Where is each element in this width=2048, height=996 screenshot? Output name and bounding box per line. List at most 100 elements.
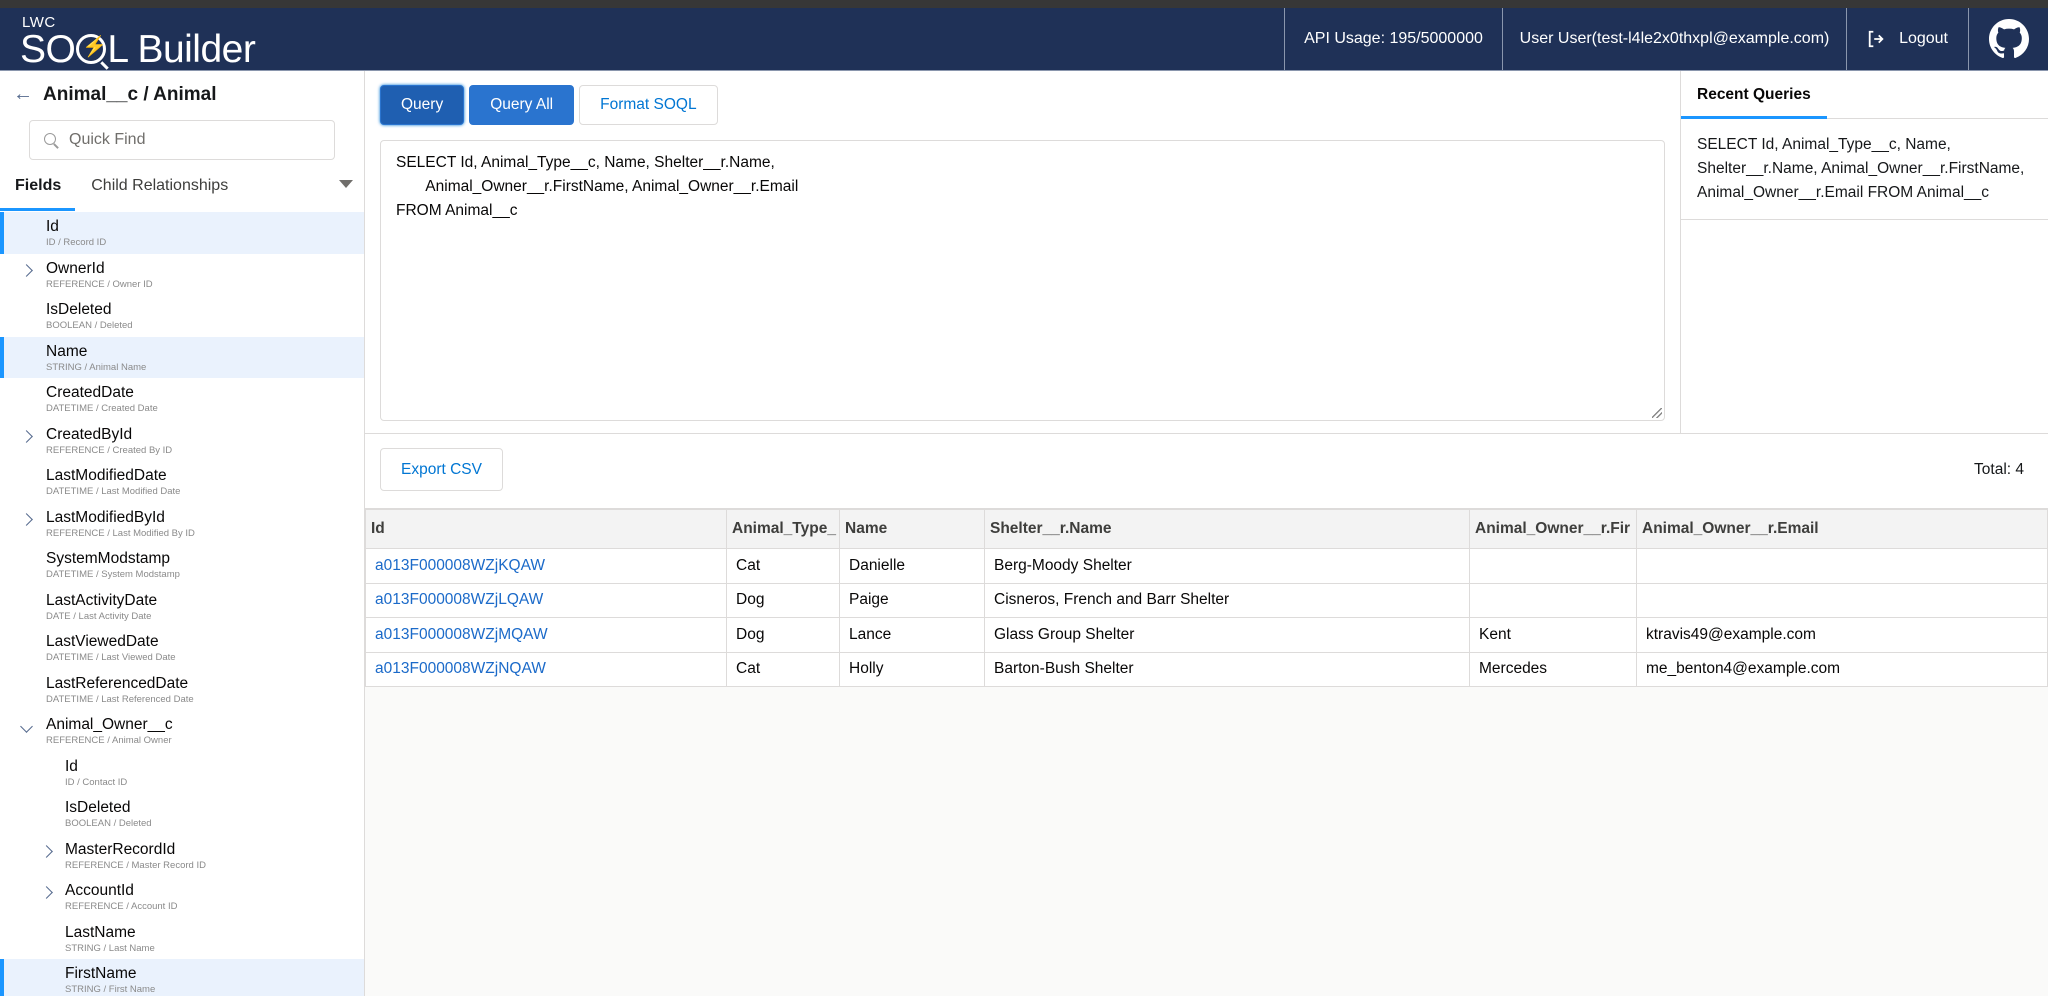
table-cell: Holly [839, 651, 985, 687]
object-title: Animal__c / Animal [43, 84, 217, 105]
field-item[interactable]: Name STRING / Animal Name [0, 336, 364, 378]
field-item[interactable]: AccountId REFERENCE / Account ID [0, 876, 364, 918]
column-header[interactable]: Animal_Owner__r.Email [1636, 509, 2048, 549]
field-item[interactable]: Animal_Owner__c REFERENCE / Animal Owner [0, 710, 364, 752]
field-description: REFERENCE / Master Record ID [65, 859, 206, 871]
table-cell [1636, 548, 2048, 584]
chevron-right-icon[interactable] [20, 260, 33, 280]
field-description: DATE / Last Activity Date [46, 610, 152, 622]
column-header[interactable]: Id [365, 509, 727, 549]
record-id-cell[interactable]: a013F000008WZjLQAW [365, 582, 727, 618]
field-name: AccountId [65, 882, 134, 899]
export-csv-button[interactable]: Export CSV [380, 448, 503, 491]
field-description: DATETIME / Last Modified Date [46, 486, 181, 497]
table-cell: Cat [726, 651, 840, 687]
logo-title: SO L Builder [20, 28, 256, 72]
active-tab-indicator [0, 208, 75, 211]
query-button[interactable]: Query [380, 85, 465, 125]
soql-text: SELECT Id, Animal_Type__c, Name, Shelter… [396, 154, 799, 219]
app-logo[interactable]: LWC SOL Builder [0, 8, 260, 72]
quick-find-field[interactable] [29, 120, 335, 160]
github-link[interactable] [1968, 8, 2048, 70]
total-count: Total: 4 [1974, 461, 2024, 478]
table-row: a013F000008WZjLQAW Dog Paige Cisneros, Fren… [365, 582, 2048, 618]
field-name: IsDeleted [46, 301, 112, 318]
chevron-right-icon[interactable] [40, 841, 53, 861]
column-header[interactable]: Animal_Owner__r.Fir [1469, 509, 1637, 549]
query-toolbar: Query Query All Format SOQL [380, 85, 1665, 125]
chevron-right-icon[interactable] [40, 882, 53, 902]
table-row: a013F000008WZjNQAW Cat Holly Barton-Bush Sh… [365, 651, 2048, 687]
field-item[interactable]: LastActivityDate DATE / Last Activity Dat… [0, 586, 364, 628]
field-name: SystemModstamp [46, 550, 171, 567]
lightning-q-icon [76, 34, 107, 64]
field-name: Id [65, 757, 78, 775]
logout-label: Logout [1899, 30, 1948, 47]
chevron-down-icon[interactable] [20, 716, 33, 736]
record-id-link[interactable]: a013F000008WZjMQAW [375, 626, 548, 643]
recent-query-item[interactable]: SELECT Id, Animal_Type__c, Name, Shelter… [1681, 119, 2048, 220]
field-item[interactable]: Id ID / Contact ID [0, 752, 364, 794]
table-cell [1469, 548, 1637, 584]
field-description: REFERENCE / Account ID [65, 901, 178, 912]
field-description: REFERENCE / Owner ID [46, 278, 153, 290]
field-description: DATETIME / System Modstamp [46, 569, 180, 580]
record-id-link[interactable]: a013F000008WZjNQAW [375, 660, 546, 677]
field-item[interactable]: IsDeleted BOOLEAN / Deleted [0, 295, 364, 337]
field-item[interactable]: LastViewedDate DATETIME / Last Viewed Dat… [0, 627, 364, 669]
quick-find-input[interactable] [69, 131, 329, 149]
field-item[interactable]: LastModifiedById REFERENCE / Last Modifie… [0, 503, 364, 545]
record-id-cell[interactable]: a013F000008WZjKQAW [365, 548, 727, 584]
chevron-right-icon[interactable] [20, 426, 33, 446]
logout-button[interactable]: Logout [1846, 8, 1968, 70]
field-item[interactable]: CreatedDate DATETIME / Created Date [0, 378, 364, 420]
column-header[interactable]: Name [839, 509, 985, 549]
column-header[interactable]: Shelter__r.Name [984, 509, 1470, 549]
field-name: MasterRecordId [65, 840, 176, 858]
field-item[interactable]: LastModifiedDate DATETIME / Last Modified… [0, 461, 364, 503]
field-item[interactable]: FirstName STRING / First Name [0, 959, 364, 996]
table-cell: Glass Group Shelter [984, 617, 1470, 653]
record-id-cell[interactable]: a013F000008WZjNQAW [365, 651, 727, 687]
field-item[interactable]: Id ID / Record ID [0, 212, 364, 254]
field-item[interactable]: MasterRecordId REFERENCE / Master Record … [0, 835, 364, 877]
record-id-cell[interactable]: a013F000008WZjMQAW [365, 617, 727, 653]
field-description: BOOLEAN / Deleted [46, 320, 133, 331]
field-name: LastViewedDate [46, 633, 159, 650]
browser-top-strip [0, 0, 2048, 8]
field-item[interactable]: OwnerId REFERENCE / Owner ID [0, 254, 364, 296]
format-soql-button[interactable]: Format SOQL [579, 85, 718, 125]
record-id-link[interactable]: a013F000008WZjLQAW [375, 591, 543, 608]
field-description: STRING / First Name [65, 984, 156, 995]
query-all-button[interactable]: Query All [469, 85, 575, 125]
app-header: LWC SOL Builder API Usage: 195/5000000 U… [0, 8, 2048, 71]
soql-editor[interactable]: SELECT Id, Animal_Type__c, Name, Shelter… [380, 140, 1665, 421]
table-cell: Paige [839, 582, 985, 618]
table-cell: Danielle [839, 548, 985, 584]
search-icon [44, 132, 59, 148]
table-cell: Barton-Bush Shelter [984, 651, 1470, 687]
column-header[interactable]: Animal_Type_ [726, 509, 840, 549]
field-name: LastReferencedDate [46, 674, 189, 692]
chevron-right-icon[interactable] [20, 509, 33, 529]
field-name: Animal_Owner__c [46, 716, 173, 733]
tabs-overflow-dropdown-icon[interactable] [339, 180, 353, 188]
table-cell [1636, 582, 2048, 618]
tab-fields[interactable]: Fields [0, 177, 76, 195]
table-cell: ktravis49@example.com [1636, 617, 2048, 653]
table-cell: Mercedes [1469, 651, 1637, 687]
field-item[interactable]: CreatedById REFERENCE / Created By ID [0, 420, 364, 462]
back-arrow-icon[interactable]: ← [13, 83, 33, 106]
tab-child-relationships[interactable]: Child Relationships [76, 177, 243, 195]
field-item[interactable]: LastName STRING / Last Name [0, 918, 364, 960]
resize-handle-icon[interactable] [1652, 408, 1662, 418]
field-item[interactable]: LastReferencedDate DATETIME / Last Refere… [0, 669, 364, 711]
field-item[interactable]: IsDeleted BOOLEAN / Deleted [0, 793, 364, 835]
table-cell: me_benton4@example.com [1636, 651, 2048, 687]
field-name: CreatedDate [46, 384, 134, 401]
tab-recent-queries[interactable]: Recent Queries [1681, 71, 2048, 119]
field-name: OwnerId [46, 259, 105, 277]
field-name: CreatedById [46, 425, 133, 443]
record-id-link[interactable]: a013F000008WZjKQAW [375, 557, 545, 574]
field-item[interactable]: SystemModstamp DATETIME / System Modstamp [0, 544, 364, 586]
